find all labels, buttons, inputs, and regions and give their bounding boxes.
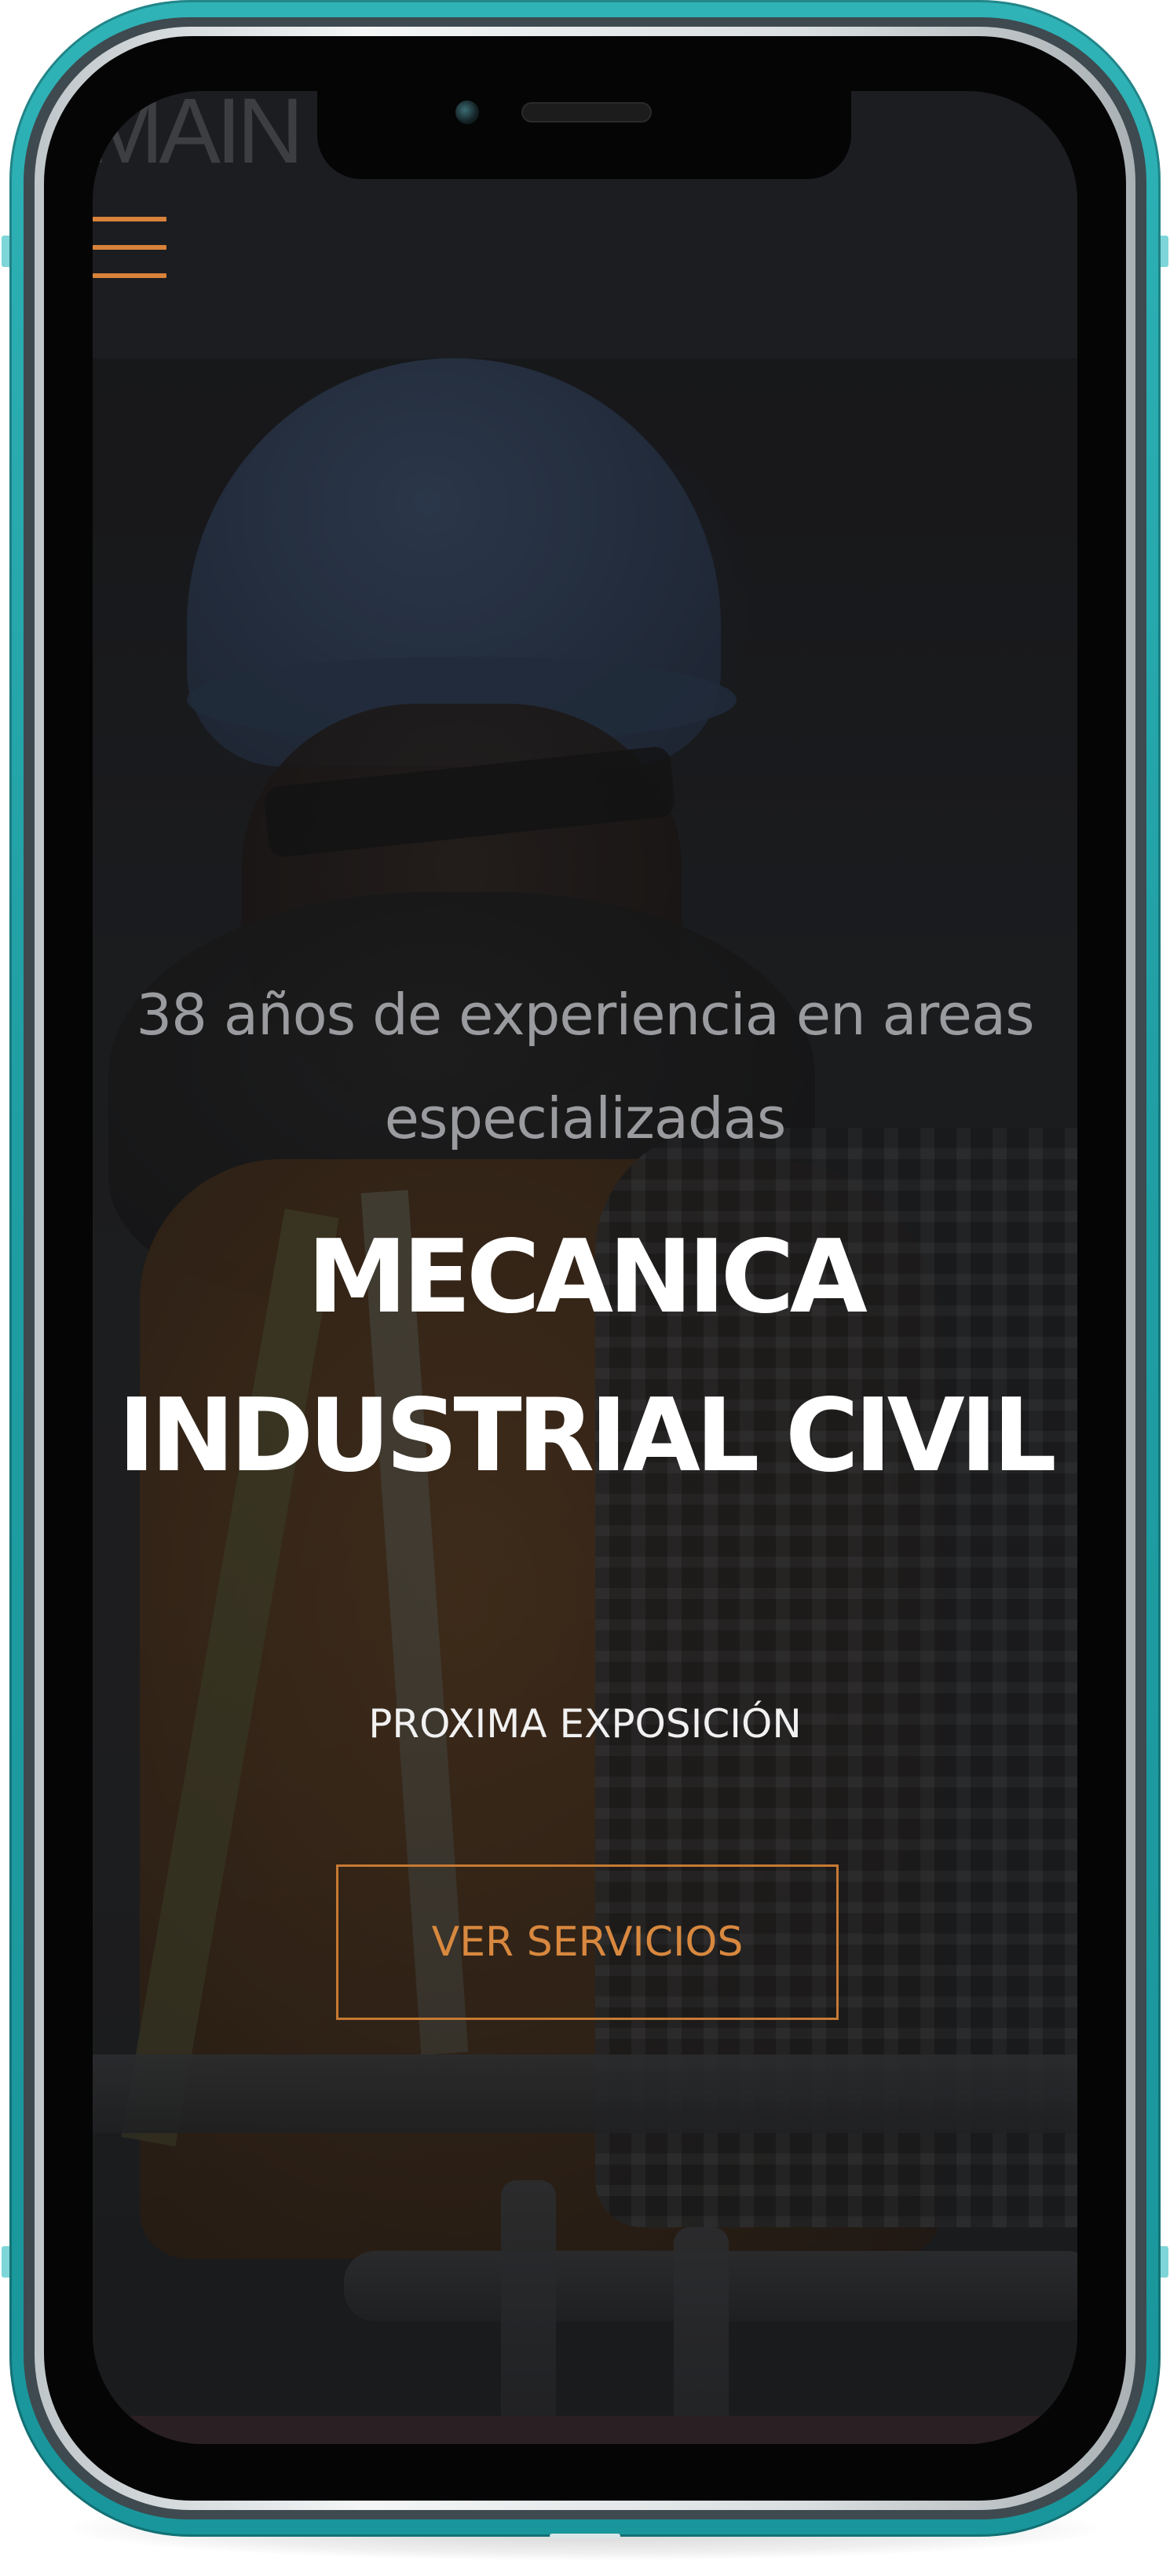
home-indicator [550, 2534, 620, 2538]
ver-servicios-button[interactable]: VER SERVICIOS [336, 1864, 839, 2020]
next-section-strip [93, 2416, 1077, 2444]
phone-screen: MAIN 38 años de experiencia en areas esp… [93, 91, 1077, 2444]
hamburger-line-middle [93, 245, 166, 250]
hamburger-line-bottom [93, 273, 166, 278]
phone-mockup-stage: MAIN 38 años de experiencia en areas esp… [0, 0, 1170, 2576]
hamburger-line-top [93, 217, 166, 221]
hero-eyebrow: PROXIMA EXPOSICIÓN [368, 1701, 802, 1747]
front-camera-icon [455, 101, 479, 124]
earpiece-speaker [521, 102, 652, 123]
phone-notch [317, 82, 851, 179]
hero-title: MECANICA INDUSTRIAL CIVIL [118, 1219, 1057, 1495]
hamburger-menu-icon[interactable] [93, 217, 166, 278]
hero-section: 38 años de experiencia en areas especial… [93, 358, 1077, 2416]
hero-subtitle: 38 años de experiencia en areas especial… [136, 982, 1034, 1151]
ver-servicios-button-label: VER SERVICIOS [431, 1919, 744, 1966]
site-logo[interactable]: MAIN [93, 91, 304, 177]
